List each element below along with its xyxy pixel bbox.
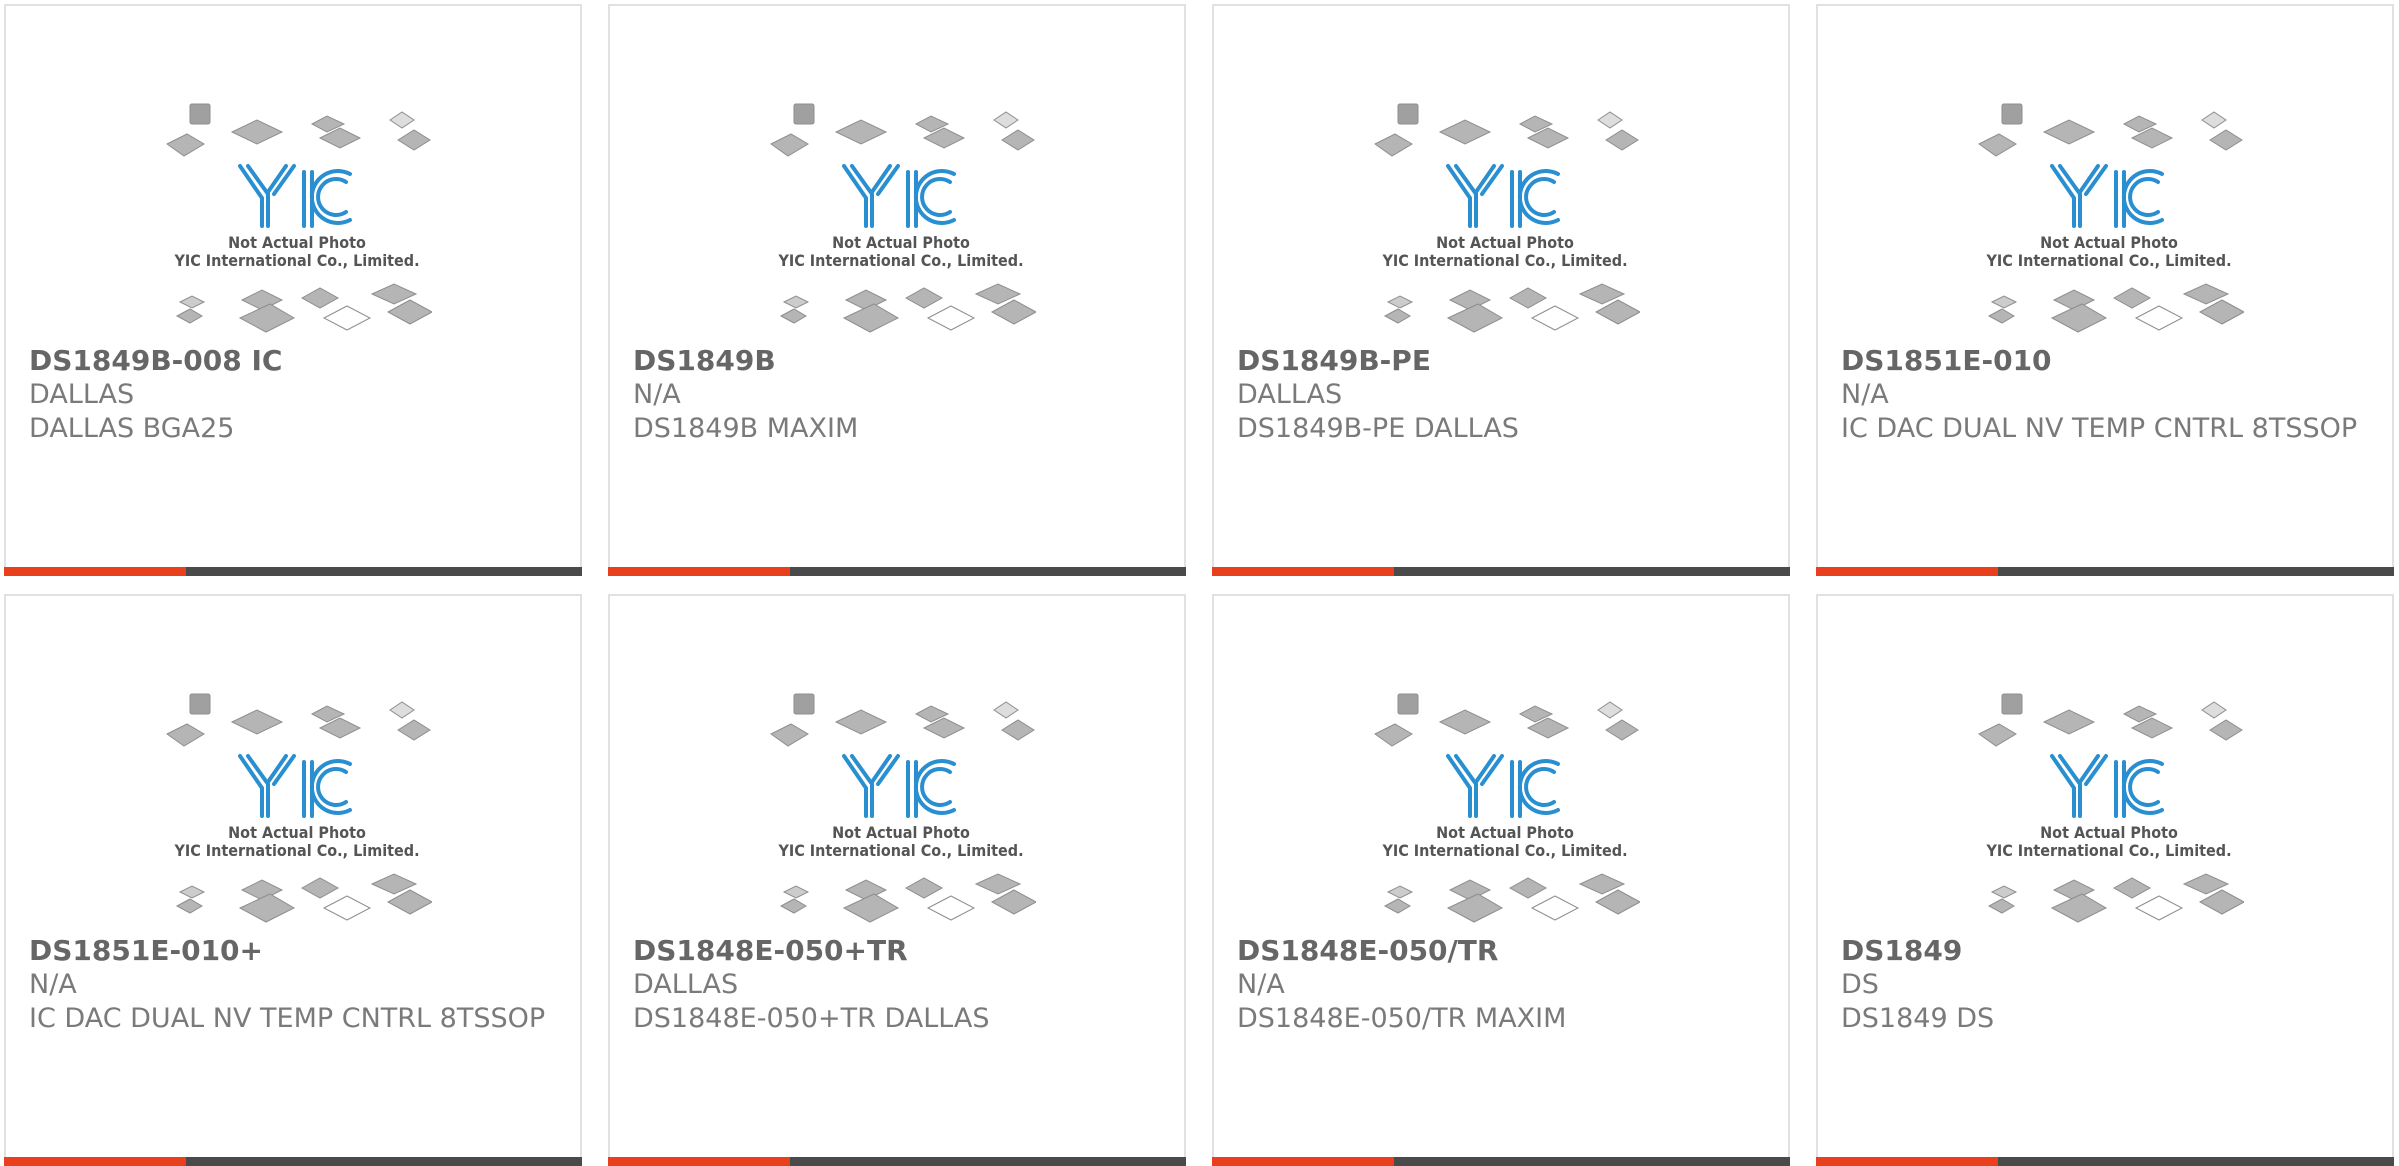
svg-text:YIC International Co., Limited: YIC International Co., Limited. xyxy=(173,251,419,270)
product-info: DS1849B-008 IC DALLAS DALLAS BGA25 xyxy=(29,344,550,446)
product-photo-placeholder: Not Actual Photo YIC International Co., … xyxy=(766,684,1036,934)
product-grid: Not Actual Photo YIC International Co., … xyxy=(4,4,2394,1166)
product-info: DS1851E-010 N/A IC DAC DUAL NV TEMP CNTR… xyxy=(1841,344,2362,446)
description: DALLAS BGA25 xyxy=(29,413,235,444)
description: DS1849B MAXIM xyxy=(633,413,859,444)
description: DS1848E-050+TR DALLAS xyxy=(633,1003,990,1034)
product-card[interactable]: Not Actual Photo YIC International Co., … xyxy=(1212,594,1790,1166)
chip-photo-icon: Not Actual Photo YIC International Co., … xyxy=(770,693,1036,923)
card-footer-bar xyxy=(1212,1157,1790,1166)
svg-text:YIC International Co., Limited: YIC International Co., Limited. xyxy=(777,251,1023,270)
card-accent-bar xyxy=(1212,567,1394,576)
chip-photo-icon: Not Actual Photo YIC International Co., … xyxy=(1978,103,2244,333)
product-photo-placeholder: Not Actual Photo YIC International Co., … xyxy=(1370,94,1640,344)
svg-text:Not Actual Photo: Not Actual Photo xyxy=(2040,233,2178,252)
svg-text:YIC International Co., Limited: YIC International Co., Limited. xyxy=(1381,251,1627,270)
product-photo-placeholder: Not Actual Photo YIC International Co., … xyxy=(1974,94,2244,344)
card-accent-bar xyxy=(1212,1157,1394,1166)
product-photo-placeholder: Not Actual Photo YIC International Co., … xyxy=(1974,684,2244,934)
product-info: DS1848E-050/TR N/A DS1848E-050/TR MAXIM xyxy=(1237,934,1758,1036)
manufacturer: DALLAS xyxy=(29,379,135,410)
product-info: DS1849B-PE DALLAS DS1849B-PE DALLAS xyxy=(1237,344,1758,446)
card-accent-bar xyxy=(1816,567,1998,576)
svg-text:Not Actual Photo: Not Actual Photo xyxy=(832,233,970,252)
manufacturer: N/A xyxy=(633,379,681,410)
card-accent-bar xyxy=(608,567,790,576)
product-photo-placeholder: Not Actual Photo YIC International Co., … xyxy=(1370,684,1640,934)
card-footer-bar xyxy=(608,1157,1186,1166)
part-number[interactable]: DS1849 xyxy=(1841,934,2362,968)
svg-text:YIC International Co., Limited: YIC International Co., Limited. xyxy=(1985,251,2231,270)
description: DS1849 DS xyxy=(1841,1003,1995,1034)
manufacturer: DS xyxy=(1841,969,1879,1000)
product-info: DS1849B N/A DS1849B MAXIM xyxy=(633,344,1154,446)
card-footer-bar xyxy=(4,1157,582,1166)
card-accent-bar xyxy=(608,1157,790,1166)
product-photo-placeholder: Not Actual Photo YIC International Co., … xyxy=(162,684,432,934)
card-footer-bar xyxy=(1212,567,1790,576)
product-card[interactable]: Not Actual Photo YIC International Co., … xyxy=(4,594,582,1166)
manufacturer: DALLAS xyxy=(633,969,739,1000)
product-info: DS1851E-010+ N/A IC DAC DUAL NV TEMP CNT… xyxy=(29,934,550,1036)
product-card[interactable]: Not Actual Photo YIC International Co., … xyxy=(1212,4,1790,576)
svg-text:YIC International Co., Limited: YIC International Co., Limited. xyxy=(1381,841,1627,860)
part-number[interactable]: DS1849B-008 IC xyxy=(29,344,550,378)
chip-photo-icon: Not Actual Photo YIC International Co., … xyxy=(166,103,432,333)
card-footer-bar xyxy=(1816,1157,2394,1166)
card-accent-bar xyxy=(4,1157,186,1166)
svg-text:Not Actual Photo: Not Actual Photo xyxy=(832,823,970,842)
product-photo-placeholder: Not Actual Photo YIC International Co., … xyxy=(162,94,432,344)
description: DS1849B-PE DALLAS xyxy=(1237,413,1519,444)
product-card[interactable]: Not Actual Photo YIC International Co., … xyxy=(608,4,1186,576)
chip-photo-icon: Not Actual Photo YIC International Co., … xyxy=(1374,103,1640,333)
svg-text:Not Actual Photo: Not Actual Photo xyxy=(1436,233,1574,252)
card-footer-bar xyxy=(608,567,1186,576)
card-accent-bar xyxy=(1816,1157,1998,1166)
part-number[interactable]: DS1849B-PE xyxy=(1237,344,1758,378)
part-number[interactable]: DS1849B xyxy=(633,344,1154,378)
description: IC DAC DUAL NV TEMP CNTRL 8TSSOP xyxy=(1841,413,2358,444)
svg-text:Not Actual Photo: Not Actual Photo xyxy=(228,823,366,842)
svg-text:YIC International Co., Limited: YIC International Co., Limited. xyxy=(1985,841,2231,860)
part-number[interactable]: DS1851E-010 xyxy=(1841,344,2362,378)
svg-text:Not Actual Photo: Not Actual Photo xyxy=(2040,823,2178,842)
product-card[interactable]: Not Actual Photo YIC International Co., … xyxy=(608,594,1186,1166)
chip-photo-icon: Not Actual Photo YIC International Co., … xyxy=(166,693,432,923)
description: DS1848E-050/TR MAXIM xyxy=(1237,1003,1567,1034)
chip-photo-icon: Not Actual Photo YIC International Co., … xyxy=(1374,693,1640,923)
product-info: DS1849 DS DS1849 DS xyxy=(1841,934,2362,1036)
manufacturer: N/A xyxy=(1841,379,1889,410)
product-card[interactable]: Not Actual Photo YIC International Co., … xyxy=(4,4,582,576)
product-info: DS1848E-050+TR DALLAS DS1848E-050+TR DAL… xyxy=(633,934,1154,1036)
part-number[interactable]: DS1851E-010+ xyxy=(29,934,550,968)
product-card[interactable]: Not Actual Photo YIC International Co., … xyxy=(1816,594,2394,1166)
product-photo-placeholder: Not Actual Photo YIC International Co., … xyxy=(766,94,1036,344)
svg-text:YIC International Co., Limited: YIC International Co., Limited. xyxy=(173,841,419,860)
card-accent-bar xyxy=(4,567,186,576)
manufacturer: N/A xyxy=(1237,969,1285,1000)
svg-text:YIC International Co., Limited: YIC International Co., Limited. xyxy=(777,841,1023,860)
part-number[interactable]: DS1848E-050+TR xyxy=(633,934,1154,968)
svg-text:Not Actual Photo: Not Actual Photo xyxy=(228,233,366,252)
chip-photo-icon: Not Actual Photo YIC International Co., … xyxy=(770,103,1036,333)
part-number[interactable]: DS1848E-050/TR xyxy=(1237,934,1758,968)
svg-text:Not Actual Photo: Not Actual Photo xyxy=(1436,823,1574,842)
manufacturer: N/A xyxy=(29,969,77,1000)
card-footer-bar xyxy=(1816,567,2394,576)
card-footer-bar xyxy=(4,567,582,576)
chip-photo-icon: Not Actual Photo YIC International Co., … xyxy=(1978,693,2244,923)
product-card[interactable]: Not Actual Photo YIC International Co., … xyxy=(1816,4,2394,576)
description: IC DAC DUAL NV TEMP CNTRL 8TSSOP xyxy=(29,1003,546,1034)
manufacturer: DALLAS xyxy=(1237,379,1343,410)
